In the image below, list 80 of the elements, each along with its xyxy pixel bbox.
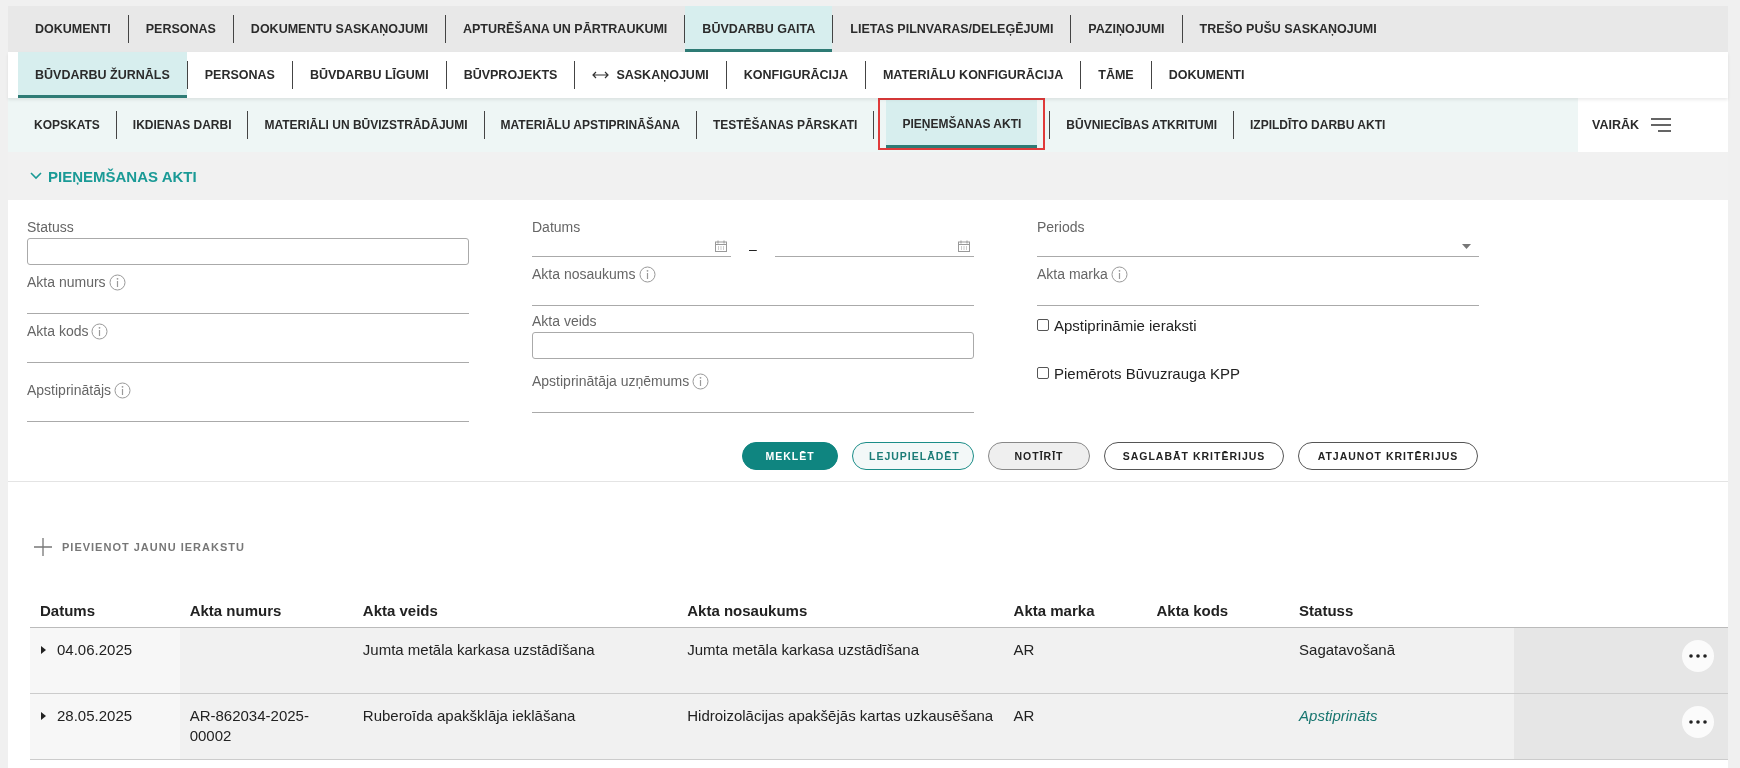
nav-tab[interactable]: TĀME [1081, 52, 1151, 98]
checkbox[interactable] [1037, 367, 1049, 379]
nav-tab[interactable]: KONFIGURĀCIJA [726, 52, 865, 98]
column-header: Akta veids [362, 602, 438, 619]
table-cell: Ruberoīda apakšklāja ieklāšana [362, 707, 576, 724]
nav-tab[interactable]: IZPILDĪTO DARBU AKTI [1233, 98, 1402, 152]
table-cell: Jumta metāla karkasa uzstādīšana [687, 641, 919, 658]
nav-tab[interactable]: APTURĒŠANA UN PĀRTRAUKUMI [445, 6, 685, 52]
nav-tab[interactable]: LIETAS PILNVARAS/DELEĢĒJUMI [833, 6, 1071, 52]
input-field[interactable] [27, 238, 469, 265]
nav-tab[interactable]: DOKUMENTI [1151, 52, 1262, 98]
checkbox[interactable] [1037, 319, 1049, 331]
action-button[interactable]: LEJUPIELĀDĒT [852, 442, 974, 470]
table-cell: 28.05.2025 [57, 706, 133, 726]
nav-tab[interactable]: PAZIŅOJUMI [1071, 6, 1182, 52]
nav-tab[interactable]: IKDIENAS DARBI [116, 98, 248, 152]
chevron-icon [30, 172, 42, 180]
action-button[interactable]: NOTĪRĪT [988, 442, 1090, 470]
checkbox-label: Piemērots Būvuzrauga KPP [1054, 364, 1240, 382]
row-menu-button[interactable] [1682, 706, 1714, 738]
status-text: Sagatavošanā [1299, 641, 1395, 658]
field-label: Akta veids [532, 312, 598, 330]
column-header: Datums [40, 602, 95, 619]
nav-tab[interactable]: BŪVPROJEKTS [446, 52, 575, 98]
nav-tab[interactable]: BŪVDARBU LĪGUMI [292, 52, 446, 98]
nav-tab[interactable]: PERSONAS [128, 6, 233, 52]
nav-tab[interactable]: TREŠO PUŠU SASKAŅOJUMI [1182, 6, 1394, 52]
field-label: Apstiprinātājs [27, 381, 112, 399]
action-button[interactable]: MEKLĒT [742, 442, 838, 470]
action-button[interactable]: SAGLABĀT KRITĒRIJUS [1104, 442, 1284, 470]
field-label: Apstiprinātāja uzņēmums [532, 372, 690, 390]
input-field[interactable] [532, 332, 974, 359]
nav-tab[interactable]: MATERIĀLI UN BŪVIZSTRĀDĀJUMI [248, 98, 484, 152]
row-menu-button[interactable] [1682, 640, 1714, 672]
nav-tab[interactable]: KOPSKATS [18, 98, 116, 152]
field-label: Datums [532, 218, 582, 236]
status-text: Apstiprināts [1299, 707, 1378, 724]
expand-triangle-icon[interactable] [40, 645, 47, 655]
field-label: Akta numurs [27, 273, 106, 291]
field-label: Akta nosaukums [532, 265, 636, 283]
table-cell: Jumta metāla karkasa uzstādīšana [362, 641, 595, 658]
table-cell: 04.06.2025 [57, 640, 133, 660]
nav-tab[interactable]: DOKUMENTU SASKAŅOJUMI [233, 6, 445, 52]
column-header: Akta numurs [189, 602, 282, 619]
nav-tab[interactable]: SASKAŅOJUMI [575, 52, 726, 98]
column-header: Akta kods [1156, 602, 1229, 619]
add-record-link[interactable]: PIEVIENOT JAUNU IERAKSTU [34, 538, 245, 556]
more-icon [1689, 654, 1707, 658]
table-cell: AR-862034-2025-00002 [189, 707, 309, 744]
expand-triangle-icon[interactable] [40, 711, 47, 721]
nav-tab[interactable]: BŪVNIECĪBAS ATKRITUMI [1050, 98, 1233, 152]
plus-icon [34, 538, 52, 556]
field-label: Statuss [27, 218, 75, 236]
action-button[interactable]: ATJAUNOT KRITĒRIJUS [1298, 442, 1478, 470]
nav-tab[interactable]: PERSONAS [187, 52, 292, 98]
checkbox-label: Apstiprināmie ieraksti [1054, 316, 1197, 334]
menu-icon [1651, 118, 1671, 132]
caret-icon [1462, 243, 1471, 249]
calendar-icon [715, 240, 728, 252]
nav-tab[interactable]: MATERIĀLU APSTIPRINĀŠANA [484, 98, 696, 152]
column-header: Akta marka [1013, 602, 1095, 619]
nav-tab[interactable]: MATERIĀLU KONFIGURĀCIJA [865, 52, 1081, 98]
column-header: Statuss [1299, 602, 1354, 619]
field-label: Akta marka [1037, 265, 1108, 283]
double-arrow-icon [592, 70, 610, 80]
more-button[interactable]: VAIRĀK [1578, 98, 1728, 152]
column-header: Akta nosaukums [687, 602, 808, 619]
field-label: Akta kods [27, 322, 89, 340]
nav-tab[interactable]: TESTĒŠANAS PĀRSKATI [696, 98, 874, 152]
table-cell: AR [1013, 707, 1035, 724]
nav-tab[interactable]: PIEŅEMŠANAS AKTI [886, 100, 1038, 148]
nav-tab[interactable]: DOKUMENTI [18, 6, 128, 52]
calendar-icon [958, 240, 970, 252]
table-cell: AR [1013, 641, 1035, 658]
more-icon [1689, 720, 1707, 724]
nav-tab[interactable]: BŪVDARBU ŽURNĀLS [18, 52, 187, 98]
table-cell: Hidroizolācijas apakšējās kartas uzkausēšana [687, 707, 994, 724]
field-label: Periods [1037, 218, 1086, 236]
nav-tab[interactable]: BŪVDARBU GAITA [685, 6, 833, 52]
range-separator: – [749, 241, 757, 257]
